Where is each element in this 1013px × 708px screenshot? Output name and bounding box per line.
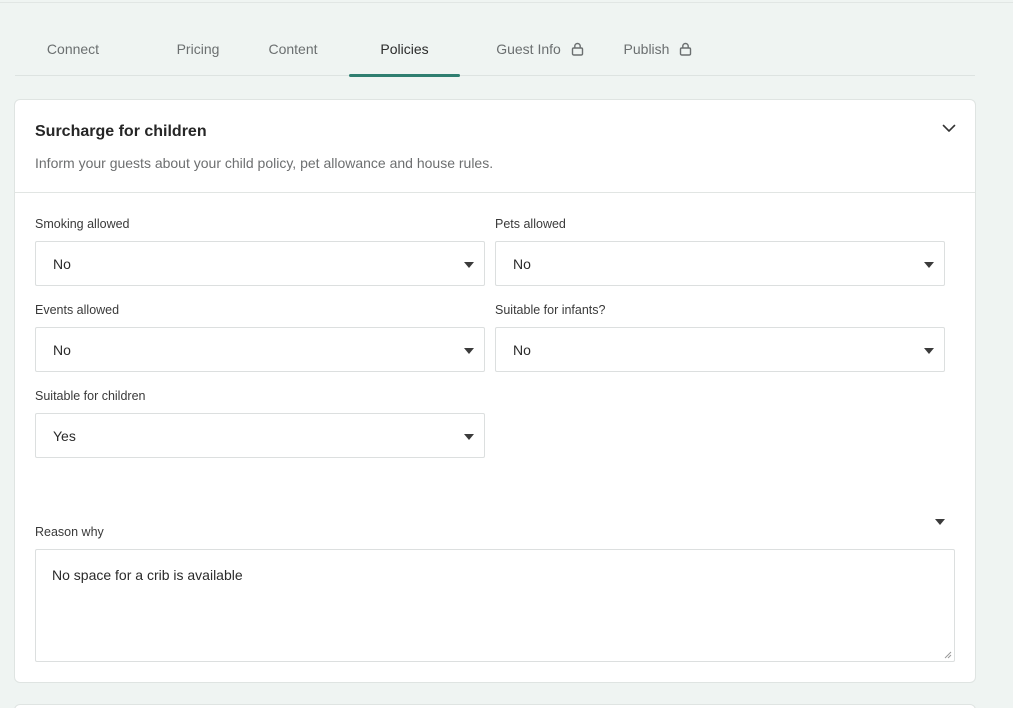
tab-bar: Connect Pricing Content Policies Guest I… (15, 22, 975, 77)
infants-select[interactable]: No (495, 327, 945, 372)
chevron-down-icon[interactable] (941, 120, 957, 136)
caret-down-icon (464, 262, 474, 268)
children-select[interactable]: Yes (35, 413, 485, 458)
tab-guest-info[interactable]: Guest Info (485, 22, 595, 75)
page: Connect Pricing Content Policies Guest I… (0, 0, 1013, 708)
pets-label: Pets allowed (495, 217, 566, 231)
caret-down-icon (924, 262, 934, 268)
reason-textarea[interactable]: No space for a crib is available (35, 549, 955, 662)
tab-publish[interactable]: Publish (613, 22, 703, 75)
reason-label: Reason why (35, 525, 104, 539)
tab-policies[interactable]: Policies (349, 22, 460, 77)
caret-down-icon (464, 348, 474, 354)
resize-grip-icon[interactable] (943, 650, 952, 659)
infants-value: No (513, 342, 531, 358)
infants-label: Suitable for infants? (495, 303, 606, 317)
next-card (14, 704, 976, 708)
smoking-select[interactable]: No (35, 241, 485, 286)
tab-pricing-label: Pricing (176, 40, 220, 57)
pets-value: No (513, 256, 531, 272)
lock-icon (679, 42, 692, 56)
children-value: Yes (53, 428, 76, 444)
card-divider (15, 192, 975, 193)
pets-select[interactable]: No (495, 241, 945, 286)
children-label: Suitable for children (35, 389, 146, 403)
smoking-value: No (53, 256, 71, 272)
tab-guest-info-label: Guest Info (496, 40, 561, 57)
events-value: No (53, 342, 71, 358)
reason-text: No space for a crib is available (52, 567, 243, 583)
caret-down-icon (464, 434, 474, 440)
tab-policies-label: Policies (380, 40, 429, 57)
tab-content-label: Content (268, 40, 318, 57)
tab-publish-label: Publish (623, 40, 670, 57)
events-select[interactable]: No (35, 327, 485, 372)
card-subtitle: Inform your guests about your child poli… (35, 155, 494, 171)
top-divider (0, 2, 1013, 3)
lock-icon (571, 42, 584, 56)
tab-connect[interactable]: Connect (30, 22, 116, 75)
caret-down-icon (924, 348, 934, 354)
caret-down-icon[interactable] (935, 519, 945, 525)
card-title: Surcharge for children (35, 123, 207, 140)
tab-connect-label: Connect (46, 40, 100, 57)
events-label: Events allowed (35, 303, 120, 317)
tab-pricing[interactable]: Pricing (154, 22, 242, 75)
tab-content[interactable]: Content (257, 22, 329, 75)
policies-card: Surcharge for children Inform your guest… (14, 99, 976, 683)
smoking-label: Smoking allowed (35, 217, 130, 231)
